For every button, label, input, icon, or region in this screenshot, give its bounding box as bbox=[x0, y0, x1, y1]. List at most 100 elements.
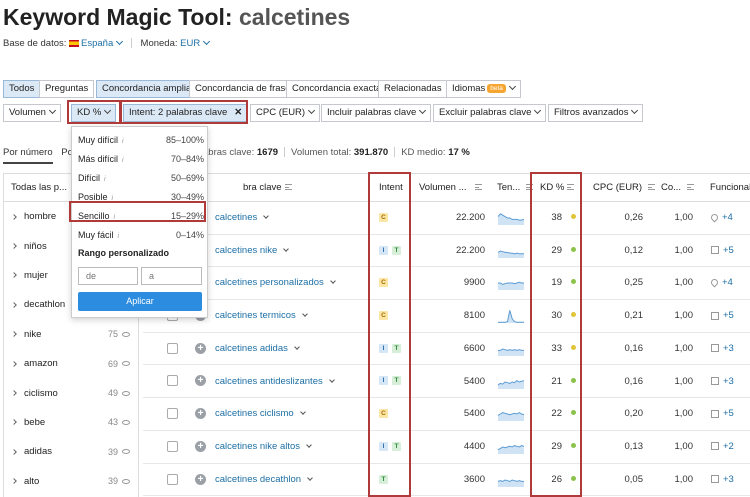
keyword-link[interactable]: calcetines bbox=[215, 212, 257, 223]
keyword-link[interactable]: calcetines adidas bbox=[215, 343, 288, 354]
trend-sparkline bbox=[498, 348, 524, 356]
keyword-link[interactable]: calcetines decathlon bbox=[215, 474, 301, 485]
table-row: + calcetines adidas I T 6600 33 0,16 1,00 +3 bbox=[143, 333, 750, 366]
chevron-down-icon[interactable] bbox=[306, 442, 312, 448]
keyword-link[interactable]: calcetines antideslizantes bbox=[215, 376, 323, 387]
database-selector[interactable]: España bbox=[81, 37, 124, 49]
kd-option[interactable]: Difícil i 50–69% bbox=[78, 169, 204, 187]
chevron-down-icon[interactable] bbox=[328, 376, 335, 383]
col-features[interactable]: Funcionali bbox=[710, 174, 750, 202]
kd-option[interactable]: Posible i 30–49% bbox=[78, 188, 204, 206]
sidebar-item[interactable]: adidas 39 bbox=[4, 437, 138, 466]
sidebar-item-label: bebe bbox=[24, 416, 46, 428]
kd-dot-cell bbox=[564, 431, 576, 463]
filter-todos[interactable]: Todos bbox=[3, 80, 41, 98]
cpc-cell: 0,25 bbox=[624, 277, 644, 289]
chevron-down-icon[interactable] bbox=[283, 245, 290, 252]
filter-intent[interactable]: Intent: 2 palabras clave ✕ bbox=[123, 104, 249, 122]
eye-icon[interactable] bbox=[122, 390, 130, 396]
filter-incluir[interactable]: Incluir palabras clave bbox=[321, 104, 432, 122]
info-icon: i bbox=[122, 138, 124, 145]
filter-cpc-label: CPC (EUR) bbox=[256, 107, 306, 118]
filter-concordancia-frase[interactable]: Concordancia de frase bbox=[189, 80, 297, 98]
tab-por-numero[interactable]: Por número bbox=[3, 147, 53, 164]
add-to-list-icon[interactable]: + bbox=[195, 473, 206, 485]
col-volume[interactable]: Volumen ... bbox=[419, 174, 482, 202]
trend-cell bbox=[497, 366, 527, 398]
sidebar-item[interactable]: alto 39 bbox=[4, 467, 138, 496]
filter-preguntas[interactable]: Preguntas bbox=[39, 80, 95, 98]
kd-option[interactable]: Más difícil i 70–84% bbox=[78, 150, 204, 168]
cpc-cell: 0,13 bbox=[624, 440, 644, 452]
keyword-link[interactable]: calcetines nike altos bbox=[215, 441, 300, 452]
filter-idiomas[interactable]: Idiomas beta bbox=[446, 80, 521, 98]
more-features-link[interactable]: +5 bbox=[723, 408, 734, 419]
col-intent[interactable]: Intent bbox=[379, 174, 403, 202]
col-kd[interactable]: KD % bbox=[540, 174, 575, 202]
more-features-link[interactable]: +4 bbox=[722, 277, 733, 288]
more-features-link[interactable]: +4 bbox=[722, 212, 733, 223]
database-bar: Base de datos: España Moneda: EUR bbox=[3, 37, 211, 49]
kd-to-input[interactable] bbox=[141, 267, 202, 285]
eye-icon[interactable] bbox=[122, 331, 130, 337]
more-features-link[interactable]: +5 bbox=[723, 310, 734, 321]
col-cpc[interactable]: CPC (EUR) bbox=[593, 174, 656, 202]
chevron-down-icon[interactable] bbox=[294, 343, 300, 350]
filter-volumen[interactable]: Volumen bbox=[3, 104, 61, 122]
add-to-list-icon[interactable]: + bbox=[195, 408, 206, 420]
row-checkbox[interactable] bbox=[167, 473, 178, 485]
more-features-link[interactable]: +2 bbox=[723, 441, 734, 452]
sidebar-item[interactable]: bebe 43 bbox=[4, 408, 138, 437]
sidebar-item[interactable]: nike 75 bbox=[4, 320, 138, 349]
chevron-down-icon[interactable] bbox=[329, 278, 336, 285]
sidebar-item[interactable]: amazon 69 bbox=[4, 349, 138, 378]
col-trend[interactable]: Ten... bbox=[497, 174, 534, 202]
chevron-down-icon[interactable] bbox=[307, 474, 313, 481]
kd-from-input[interactable] bbox=[78, 267, 138, 285]
eye-icon[interactable] bbox=[122, 361, 130, 367]
col-competition[interactable]: Co... bbox=[661, 174, 695, 202]
kd-option[interactable]: Sencillo i 15–29% bbox=[78, 207, 204, 225]
more-features-link[interactable]: +3 bbox=[723, 343, 734, 354]
row-checkbox[interactable] bbox=[167, 342, 178, 354]
filter-avanzados[interactable]: Filtros avanzados bbox=[548, 104, 644, 122]
filter-concordancia-amplia[interactable]: Concordancia amplia bbox=[96, 80, 198, 98]
more-features-link[interactable]: +5 bbox=[723, 245, 734, 256]
filter-kd[interactable]: KD % bbox=[71, 104, 117, 122]
keyword-link[interactable]: calcetines ciclismo bbox=[215, 408, 294, 419]
add-to-list-icon[interactable]: + bbox=[195, 440, 206, 452]
chevron-down-icon[interactable] bbox=[299, 409, 306, 416]
sort-icon bbox=[648, 184, 656, 190]
add-keyword-cell: + bbox=[195, 366, 206, 398]
kd-option[interactable]: Muy difícil i 85–100% bbox=[78, 131, 204, 149]
chevron-down-icon[interactable] bbox=[301, 311, 308, 317]
keyword-link[interactable]: calcetines nike bbox=[215, 245, 277, 256]
close-icon[interactable]: ✕ bbox=[234, 105, 242, 121]
kd-option-label: Muy difícil bbox=[78, 135, 119, 145]
apply-button[interactable]: Aplicar bbox=[78, 292, 202, 311]
image-icon bbox=[711, 246, 719, 255]
filter-excluir[interactable]: Excluir palabras clave bbox=[433, 104, 547, 122]
row-checkbox[interactable] bbox=[167, 375, 178, 387]
add-to-list-icon[interactable]: + bbox=[195, 375, 206, 387]
filter-cpc[interactable]: CPC (EUR) bbox=[250, 104, 321, 122]
eye-icon[interactable] bbox=[122, 449, 130, 455]
add-to-list-icon[interactable]: + bbox=[195, 342, 206, 354]
eye-icon[interactable] bbox=[122, 419, 130, 425]
filter-concordancia-exacta[interactable]: Concordancia exacta bbox=[286, 80, 388, 98]
eye-icon[interactable] bbox=[122, 478, 130, 484]
keyword-link[interactable]: calcetines personalizados bbox=[215, 277, 324, 288]
sidebar-item[interactable]: ciclismo 49 bbox=[4, 378, 138, 407]
filter-relacionadas[interactable]: Relacionadas bbox=[378, 80, 448, 98]
chevron-down-icon[interactable] bbox=[263, 213, 270, 219]
keyword-link[interactable]: calcetines termicos bbox=[215, 310, 296, 321]
more-features-link[interactable]: +3 bbox=[723, 474, 734, 485]
kd-option[interactable]: Muy fácil i 0–14% bbox=[78, 226, 204, 244]
col-keyword[interactable]: bra clave bbox=[243, 174, 292, 202]
add-keyword-cell: + bbox=[195, 333, 206, 365]
more-features-link[interactable]: +3 bbox=[723, 376, 734, 387]
row-checkbox[interactable] bbox=[167, 408, 178, 420]
kd-option-label: Muy fácil bbox=[78, 230, 114, 240]
currency-selector[interactable]: EUR bbox=[180, 37, 211, 49]
row-checkbox[interactable] bbox=[167, 440, 178, 452]
